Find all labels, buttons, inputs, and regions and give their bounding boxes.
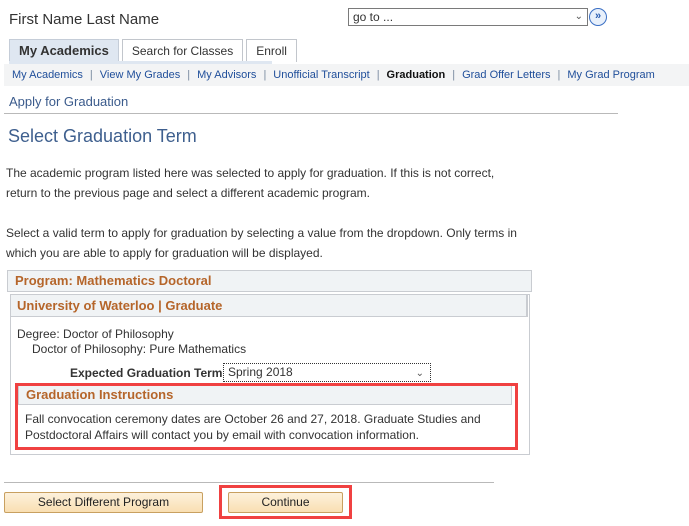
tab-enroll[interactable]: Enroll xyxy=(246,39,297,62)
subnav-view-my-grades[interactable]: View My Grades xyxy=(100,69,181,81)
degree-label: Degree: Doctor of Philosophy xyxy=(17,327,174,341)
chevron-down-icon: ⌄ xyxy=(574,11,583,22)
select-different-program-button[interactable]: Select Different Program xyxy=(4,492,203,513)
instruction-paragraph: Select a valid term to apply for graduat… xyxy=(6,226,517,260)
goto-value: go to ... xyxy=(353,10,394,24)
subnav-my-academics[interactable]: My Academics xyxy=(12,69,83,81)
subnav-grad-offer-letters[interactable]: Grad Offer Letters xyxy=(462,69,550,81)
institution-header: University of Waterloo | Graduate xyxy=(11,295,528,317)
separator: | xyxy=(187,69,191,81)
separator: | xyxy=(557,69,561,81)
separator: | xyxy=(376,69,380,81)
plan-label: Doctor of Philosophy: Pure Mathematics xyxy=(32,342,247,356)
expected-term-dropdown[interactable]: Spring 2018 ⌄ xyxy=(223,363,431,382)
subnav-my-advisors[interactable]: My Advisors xyxy=(197,69,256,81)
user-name: First Name Last Name xyxy=(9,11,160,28)
highlight-box-instructions xyxy=(15,383,518,450)
subnav-my-grad-program[interactable]: My Grad Program xyxy=(567,69,654,81)
subnav-graduation: Graduation xyxy=(386,69,446,81)
divider xyxy=(4,482,494,483)
section-title: Apply for Graduation xyxy=(9,94,129,109)
program-header: Program: Mathematics Doctoral xyxy=(7,270,532,292)
double-chevron-right-icon[interactable]: » xyxy=(589,8,607,26)
expected-term-label: Expected Graduation Term xyxy=(70,366,223,380)
subnav-unofficial-transcript[interactable]: Unofficial Transcript xyxy=(273,69,369,81)
separator: | xyxy=(452,69,456,81)
intro-paragraph: The academic program listed here was sel… xyxy=(6,166,495,200)
highlight-box-continue xyxy=(219,485,352,519)
goto-dropdown[interactable]: go to ... ⌄ xyxy=(348,8,588,26)
tab-search-for-classes[interactable]: Search for Classes xyxy=(121,39,244,62)
degree-info: Degree: Doctor of Philosophy Doctor of P… xyxy=(17,327,246,357)
sub-navigation: My Academics | View My Grades | My Advisors |… xyxy=(4,64,689,86)
page-title: Select Graduation Term xyxy=(8,126,197,146)
tab-bar: My Academics Search for Classes Enroll xyxy=(9,39,300,62)
chevron-down-icon: ⌄ xyxy=(415,368,424,379)
separator: | xyxy=(263,69,267,81)
separator: | xyxy=(89,69,93,81)
expected-term-value: Spring 2018 xyxy=(228,365,293,379)
divider xyxy=(4,113,618,114)
tab-my-academics[interactable]: My Academics xyxy=(9,39,119,62)
